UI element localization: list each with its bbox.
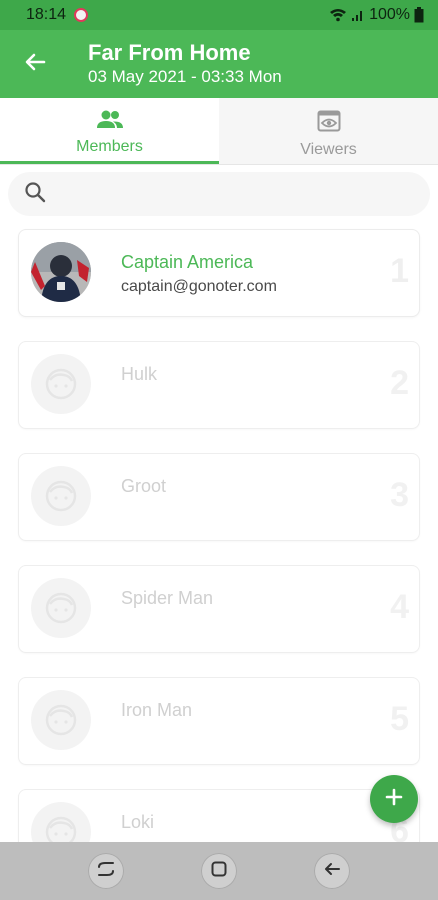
member-index: 3	[390, 476, 409, 514]
member-index: 1	[390, 252, 409, 290]
battery-text: 100%	[369, 6, 410, 23]
tab-members[interactable]: Members	[0, 98, 219, 164]
member-card[interactable]: Iron Man 5	[18, 677, 420, 765]
avatar-photo-icon	[31, 242, 91, 302]
member-name: Groot	[121, 476, 167, 496]
member-name: Hulk	[121, 364, 158, 384]
home-button[interactable]	[200, 853, 237, 889]
avatar	[31, 466, 91, 526]
system-nav-bar	[0, 842, 438, 900]
back-arrow-icon	[322, 859, 342, 884]
status-time: 18:14	[26, 6, 67, 23]
app-bar: Far From Home 03 May 2021 - 03:33 Mon	[0, 30, 438, 98]
status-icons: 100%	[329, 6, 424, 24]
avatar	[31, 690, 91, 750]
app-bar-titles: Far From Home 03 May 2021 - 03:33 Mon	[88, 40, 282, 88]
back-button[interactable]	[0, 30, 70, 98]
member-index: 5	[390, 700, 409, 738]
member-card[interactable]: Captain America captain@gonoter.com 1	[18, 229, 420, 317]
status-bar: 18:14 100%	[0, 0, 438, 30]
search-input[interactable]	[56, 185, 396, 203]
notification-icon	[74, 8, 89, 22]
arrow-left-icon	[24, 51, 46, 78]
avatar	[31, 354, 91, 414]
face-placeholder-icon	[45, 480, 77, 512]
signal-icon	[351, 8, 365, 22]
recent-apps-button[interactable]	[88, 853, 125, 889]
member-name: Spider Man	[121, 588, 214, 608]
face-placeholder-icon	[45, 704, 77, 736]
system-back-button[interactable]	[313, 853, 350, 889]
search-bar[interactable]	[8, 172, 430, 216]
member-name: Loki	[121, 812, 155, 832]
tab-members-label: Members	[76, 138, 143, 155]
search-icon	[24, 181, 46, 208]
member-card[interactable]: Hulk 2	[18, 341, 420, 429]
page-subtitle: 03 May 2021 - 03:33 Mon	[88, 67, 282, 86]
battery-icon	[414, 7, 424, 23]
face-placeholder-icon	[45, 592, 77, 624]
member-name: Iron Man	[121, 700, 193, 720]
tab-viewers-label: Viewers	[300, 140, 357, 158]
wifi-icon	[329, 8, 347, 22]
member-card[interactable]: Spider Man 4	[18, 565, 420, 653]
tab-viewers[interactable]: Viewers	[219, 98, 438, 164]
people-icon	[96, 109, 124, 134]
members-list: Captain America captain@gonoter.com 1 Hu…	[18, 229, 420, 900]
member-email: captain@gonoter.com	[121, 278, 277, 295]
avatar	[31, 242, 91, 302]
avatar	[31, 578, 91, 638]
eye-icon	[317, 110, 341, 137]
tab-bar: Members Viewers	[0, 98, 438, 165]
member-name: Captain America	[121, 252, 254, 272]
recent-apps-icon	[96, 859, 116, 884]
member-card[interactable]: Groot 3	[18, 453, 420, 541]
plus-icon	[385, 788, 403, 811]
face-placeholder-icon	[45, 368, 77, 400]
home-icon	[209, 859, 229, 884]
member-index: 4	[390, 588, 409, 626]
page-title: Far From Home	[88, 40, 251, 65]
add-member-button[interactable]	[370, 775, 418, 823]
member-index: 2	[390, 364, 409, 402]
